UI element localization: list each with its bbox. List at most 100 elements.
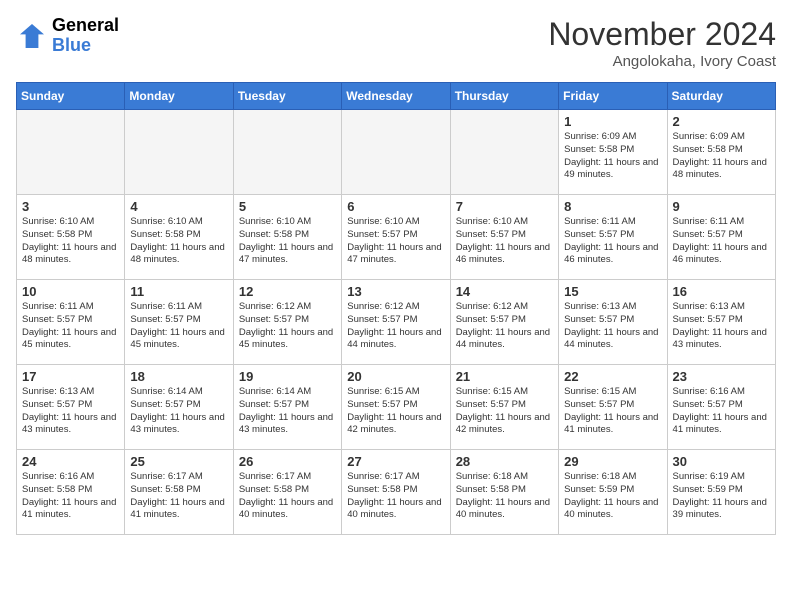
calendar-day-cell: 13 Sunrise: 6:12 AM Sunset: 5:57 PM Dayli… <box>342 280 450 365</box>
day-number: 12 <box>239 284 336 299</box>
calendar-week-row: 17 Sunrise: 6:13 AM Sunset: 5:57 PM Dayli… <box>17 365 776 450</box>
day-info: Sunrise: 6:09 AM Sunset: 5:58 PM Dayligh… <box>564 131 661 182</box>
day-info: Sunrise: 6:16 AM Sunset: 5:58 PM Dayligh… <box>22 471 119 522</box>
logo-blue: Blue <box>52 36 119 56</box>
day-number: 3 <box>22 199 119 214</box>
calendar-day-cell: 3 Sunrise: 6:10 AM Sunset: 5:58 PM Daylig… <box>17 195 125 280</box>
day-info: Sunrise: 6:15 AM Sunset: 5:57 PM Dayligh… <box>564 386 661 437</box>
calendar-day-cell: 17 Sunrise: 6:13 AM Sunset: 5:57 PM Dayli… <box>17 365 125 450</box>
day-info: Sunrise: 6:10 AM Sunset: 5:58 PM Dayligh… <box>130 216 227 267</box>
page-header: General Blue November 2024 Angolokaha, I… <box>16 16 776 70</box>
day-info: Sunrise: 6:17 AM Sunset: 5:58 PM Dayligh… <box>347 471 444 522</box>
calendar-day-cell: 2Sunrise: 6:09 AM Sunset: 5:58 PM Daylig… <box>667 110 775 195</box>
day-number: 7 <box>456 199 553 214</box>
day-info: Sunrise: 6:10 AM Sunset: 5:58 PM Dayligh… <box>239 216 336 267</box>
day-info: Sunrise: 6:14 AM Sunset: 5:57 PM Dayligh… <box>130 386 227 437</box>
calendar-day-cell: 19Sunrise: 6:14 AM Sunset: 5:57 PM Dayli… <box>233 365 341 450</box>
day-info: Sunrise: 6:15 AM Sunset: 5:57 PM Dayligh… <box>347 386 444 437</box>
calendar-day-cell <box>342 110 450 195</box>
calendar-day-cell: 9 Sunrise: 6:11 AM Sunset: 5:57 PM Daylig… <box>667 195 775 280</box>
calendar-week-row: 10 Sunrise: 6:11 AM Sunset: 5:57 PM Dayli… <box>17 280 776 365</box>
day-number: 24 <box>22 454 119 469</box>
calendar-day-cell: 25 Sunrise: 6:17 AM Sunset: 5:58 PM Dayli… <box>125 450 233 535</box>
weekday-header: Friday <box>559 83 667 110</box>
day-number: 6 <box>347 199 444 214</box>
day-info: Sunrise: 6:16 AM Sunset: 5:57 PM Dayligh… <box>673 386 770 437</box>
calendar-day-cell: 29 Sunrise: 6:18 AM Sunset: 5:59 PM Dayli… <box>559 450 667 535</box>
calendar-day-cell: 18Sunrise: 6:14 AM Sunset: 5:57 PM Dayli… <box>125 365 233 450</box>
logo-general: General <box>52 16 119 36</box>
calendar-day-cell: 5 Sunrise: 6:10 AM Sunset: 5:58 PM Daylig… <box>233 195 341 280</box>
day-info: Sunrise: 6:10 AM Sunset: 5:58 PM Dayligh… <box>22 216 119 267</box>
day-info: Sunrise: 6:17 AM Sunset: 5:58 PM Dayligh… <box>130 471 227 522</box>
day-number: 21 <box>456 369 553 384</box>
day-info: Sunrise: 6:14 AM Sunset: 5:57 PM Dayligh… <box>239 386 336 437</box>
calendar-day-cell: 6 Sunrise: 6:10 AM Sunset: 5:57 PM Daylig… <box>342 195 450 280</box>
calendar-day-cell: 21 Sunrise: 6:15 AM Sunset: 5:57 PM Dayli… <box>450 365 558 450</box>
location: Angolokaha, Ivory Coast <box>548 53 776 70</box>
day-number: 30 <box>673 454 770 469</box>
day-info: Sunrise: 6:19 AM Sunset: 5:59 PM Dayligh… <box>673 471 770 522</box>
day-number: 4 <box>130 199 227 214</box>
weekday-header: Tuesday <box>233 83 341 110</box>
calendar-day-cell: 27 Sunrise: 6:17 AM Sunset: 5:58 PM Dayli… <box>342 450 450 535</box>
title-block: November 2024 Angolokaha, Ivory Coast <box>548 16 776 70</box>
calendar-day-cell: 8Sunrise: 6:11 AM Sunset: 5:57 PM Daylig… <box>559 195 667 280</box>
day-info: Sunrise: 6:11 AM Sunset: 5:57 PM Dayligh… <box>673 216 770 267</box>
month-title: November 2024 <box>548 16 776 53</box>
day-number: 17 <box>22 369 119 384</box>
calendar-day-cell: 23Sunrise: 6:16 AM Sunset: 5:57 PM Dayli… <box>667 365 775 450</box>
day-number: 28 <box>456 454 553 469</box>
day-info: Sunrise: 6:17 AM Sunset: 5:58 PM Dayligh… <box>239 471 336 522</box>
calendar-header-row: SundayMondayTuesdayWednesdayThursdayFrid… <box>17 83 776 110</box>
calendar-day-cell: 28 Sunrise: 6:18 AM Sunset: 5:58 PM Dayli… <box>450 450 558 535</box>
day-number: 26 <box>239 454 336 469</box>
day-info: Sunrise: 6:18 AM Sunset: 5:59 PM Dayligh… <box>564 471 661 522</box>
day-number: 29 <box>564 454 661 469</box>
day-number: 13 <box>347 284 444 299</box>
day-number: 22 <box>564 369 661 384</box>
calendar: SundayMondayTuesdayWednesdayThursdayFrid… <box>16 82 776 535</box>
day-number: 5 <box>239 199 336 214</box>
weekday-header: Monday <box>125 83 233 110</box>
day-info: Sunrise: 6:11 AM Sunset: 5:57 PM Dayligh… <box>22 301 119 352</box>
logo-text: General Blue <box>52 16 119 56</box>
day-info: Sunrise: 6:10 AM Sunset: 5:57 PM Dayligh… <box>456 216 553 267</box>
calendar-day-cell: 4 Sunrise: 6:10 AM Sunset: 5:58 PM Daylig… <box>125 195 233 280</box>
calendar-day-cell <box>450 110 558 195</box>
day-info: Sunrise: 6:11 AM Sunset: 5:57 PM Dayligh… <box>130 301 227 352</box>
calendar-day-cell: 10 Sunrise: 6:11 AM Sunset: 5:57 PM Dayli… <box>17 280 125 365</box>
calendar-day-cell: 15Sunrise: 6:13 AM Sunset: 5:57 PM Dayli… <box>559 280 667 365</box>
day-info: Sunrise: 6:09 AM Sunset: 5:58 PM Dayligh… <box>673 131 770 182</box>
calendar-day-cell: 22 Sunrise: 6:15 AM Sunset: 5:57 PM Dayli… <box>559 365 667 450</box>
weekday-header: Wednesday <box>342 83 450 110</box>
day-info: Sunrise: 6:13 AM Sunset: 5:57 PM Dayligh… <box>22 386 119 437</box>
calendar-day-cell: 24 Sunrise: 6:16 AM Sunset: 5:58 PM Dayli… <box>17 450 125 535</box>
weekday-header: Saturday <box>667 83 775 110</box>
day-info: Sunrise: 6:12 AM Sunset: 5:57 PM Dayligh… <box>239 301 336 352</box>
calendar-day-cell <box>17 110 125 195</box>
day-number: 27 <box>347 454 444 469</box>
calendar-day-cell: 1Sunrise: 6:09 AM Sunset: 5:58 PM Daylig… <box>559 110 667 195</box>
day-info: Sunrise: 6:12 AM Sunset: 5:57 PM Dayligh… <box>347 301 444 352</box>
calendar-day-cell: 30 Sunrise: 6:19 AM Sunset: 5:59 PM Dayli… <box>667 450 775 535</box>
day-number: 20 <box>347 369 444 384</box>
logo: General Blue <box>16 16 119 56</box>
calendar-day-cell: 7 Sunrise: 6:10 AM Sunset: 5:57 PM Daylig… <box>450 195 558 280</box>
day-info: Sunrise: 6:13 AM Sunset: 5:57 PM Dayligh… <box>673 301 770 352</box>
day-info: Sunrise: 6:18 AM Sunset: 5:58 PM Dayligh… <box>456 471 553 522</box>
day-info: Sunrise: 6:10 AM Sunset: 5:57 PM Dayligh… <box>347 216 444 267</box>
day-number: 10 <box>22 284 119 299</box>
day-number: 9 <box>673 199 770 214</box>
day-info: Sunrise: 6:11 AM Sunset: 5:57 PM Dayligh… <box>564 216 661 267</box>
weekday-header: Sunday <box>17 83 125 110</box>
day-info: Sunrise: 6:12 AM Sunset: 5:57 PM Dayligh… <box>456 301 553 352</box>
calendar-day-cell: 12 Sunrise: 6:12 AM Sunset: 5:57 PM Dayli… <box>233 280 341 365</box>
day-number: 11 <box>130 284 227 299</box>
calendar-week-row: 1Sunrise: 6:09 AM Sunset: 5:58 PM Daylig… <box>17 110 776 195</box>
calendar-day-cell: 20 Sunrise: 6:15 AM Sunset: 5:57 PM Dayli… <box>342 365 450 450</box>
day-info: Sunrise: 6:15 AM Sunset: 5:57 PM Dayligh… <box>456 386 553 437</box>
day-number: 25 <box>130 454 227 469</box>
day-number: 16 <box>673 284 770 299</box>
calendar-day-cell: 16 Sunrise: 6:13 AM Sunset: 5:57 PM Dayli… <box>667 280 775 365</box>
